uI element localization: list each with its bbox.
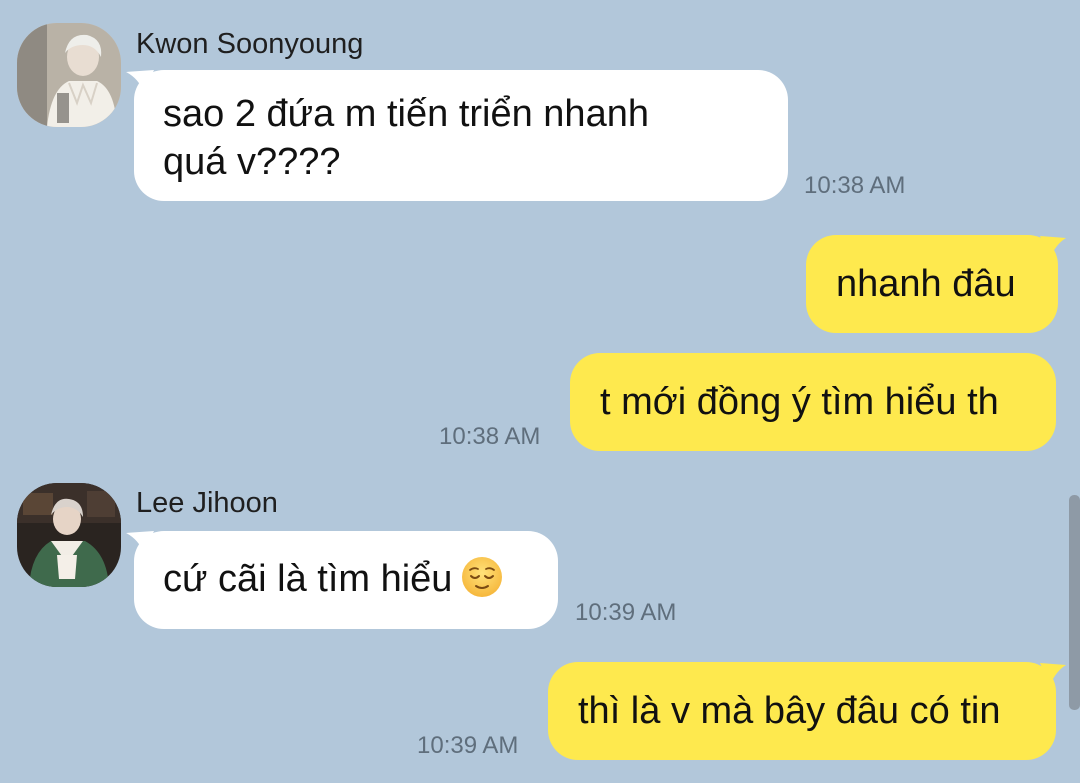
message-text: nhanh đâu (836, 263, 1016, 305)
profile-photo-icon (17, 23, 121, 127)
message-timestamp: 10:38 AM (439, 423, 541, 450)
message-text: t mới đồng ý tìm hiểu th (600, 381, 999, 423)
message-timestamp: 10:39 AM (417, 732, 519, 759)
message-bubble-outgoing[interactable]: t mới đồng ý tìm hiểu th (570, 353, 1056, 451)
message-text: cứ cãi là tìm hiểu (163, 558, 453, 600)
message-text-line: sao 2 đứa m tiến triển nhanh (163, 93, 649, 135)
sender-name: Kwon Soonyoung (136, 28, 364, 60)
avatar-lee-jihoon[interactable] (17, 483, 121, 587)
message-timestamp: 10:38 AM (804, 172, 906, 199)
sender-name: Lee Jihoon (136, 487, 278, 519)
chat-room[interactable]: Kwon Soonyoung sao 2 đứa m tiến triển nh… (0, 0, 1080, 783)
message-bubble-outgoing[interactable]: nhanh đâu (806, 235, 1058, 333)
message-text-line: quá v???? (163, 141, 341, 183)
bubble-tail-outgoing (1040, 663, 1066, 685)
message-timestamp: 10:39 AM (575, 599, 677, 626)
avatar-kwon-soonyoung[interactable] (17, 23, 121, 127)
relieved-face-icon (462, 557, 503, 597)
message-text: thì là v mà bây đâu có tin (578, 690, 1001, 732)
message-bubble-incoming[interactable]: cứ cãi là tìm hiểu (134, 531, 558, 629)
profile-photo-icon (17, 483, 121, 587)
bubble-tail-outgoing (1040, 236, 1066, 258)
message-bubble-incoming[interactable]: sao 2 đứa m tiến triển nhanh quá v???? (134, 70, 788, 201)
chat-scrollbar[interactable] (1069, 495, 1080, 710)
message-bubble-outgoing[interactable]: thì là v mà bây đâu có tin (548, 662, 1056, 760)
